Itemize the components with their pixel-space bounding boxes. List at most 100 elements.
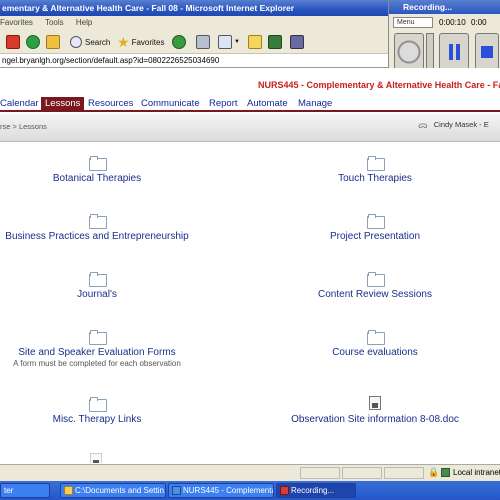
record-options-button[interactable]	[426, 33, 434, 71]
folder-icon	[367, 330, 385, 345]
messenger-button[interactable]	[268, 33, 282, 51]
window-title-bar: ementary & Alternative Health Care - Fal…	[0, 0, 388, 16]
record-button[interactable]	[394, 33, 424, 71]
address-url: ngel.bryanlgh.org/section/default.asp?id…	[2, 56, 220, 65]
taskbar-item-label: ter	[4, 486, 14, 495]
browser-toolbar: Search ★ Favorites ▼	[0, 30, 388, 54]
recorder-menu-dropdown[interactable]: Menu	[393, 17, 433, 28]
lesson-item-botanical-therapies[interactable]: Botanical Therapies	[50, 156, 144, 184]
lesson-link[interactable]: Journal's	[77, 289, 117, 300]
taskbar-item-label: Recording...	[291, 486, 335, 495]
lesson-link[interactable]: Project Presentation	[330, 231, 420, 242]
home-button[interactable]	[46, 33, 60, 51]
folder-tool-icon	[248, 35, 262, 49]
status-bar: 🔒 Local intranet	[0, 464, 500, 481]
lesson-item-business-practices[interactable]: Business Practices and Entrepreneurship	[2, 214, 192, 242]
glasses-icon: ᯅ	[418, 119, 428, 130]
folder-icon	[367, 214, 385, 229]
lesson-link[interactable]: Course evaluations	[332, 347, 418, 358]
lesson-item-journals[interactable]: Journal's	[62, 272, 132, 300]
lesson-link[interactable]: Touch Therapies	[338, 173, 412, 184]
taskbar-item-label: C:\Documents and Settin...	[75, 486, 166, 495]
course-title: NURS445 - Complementary & Alternative He…	[258, 80, 500, 90]
chevron-down-icon: ▼	[234, 39, 240, 45]
lesson-item-partial[interactable]	[88, 453, 104, 463]
print-icon	[196, 35, 210, 49]
lesson-item-misc-therapy-links[interactable]: Misc. Therapy Links	[42, 397, 152, 425]
tab-calendar[interactable]: Calendar	[0, 97, 39, 111]
stop-button[interactable]	[6, 33, 20, 51]
folder-tool-button[interactable]	[248, 33, 262, 51]
lesson-item-course-evaluations[interactable]: Course evaluations	[320, 330, 430, 358]
lesson-link[interactable]: Observation Site information 8-08.doc	[291, 414, 459, 425]
history-button[interactable]	[172, 33, 186, 51]
stop-icon	[6, 35, 20, 49]
status-cell	[342, 467, 382, 479]
tab-resources[interactable]: Resources	[88, 97, 133, 111]
lesson-link[interactable]: Site and Speaker Evaluation Forms	[18, 347, 175, 358]
folder-icon	[89, 272, 107, 287]
recorder-menu-label: Menu	[397, 19, 415, 26]
tab-lessons[interactable]: Lessons	[41, 97, 85, 111]
favorites-label: Favorites	[131, 37, 165, 47]
taskbar-item-0[interactable]: ter	[0, 483, 50, 498]
mail-button[interactable]: ▼	[218, 33, 240, 51]
security-zone: Local intranet	[453, 468, 500, 477]
tab-communicate[interactable]: Communicate	[141, 97, 200, 111]
user-name[interactable]: Cindy Masek - E	[434, 120, 489, 129]
folder-icon	[367, 156, 385, 171]
recorder-title: Recording...	[389, 0, 500, 14]
taskbar-item-explorer[interactable]: C:\Documents and Settin...	[60, 483, 166, 498]
search-icon	[70, 36, 82, 48]
folder-icon	[89, 156, 107, 171]
document-icon	[369, 396, 381, 410]
lesson-item-project-presentation[interactable]: Project Presentation	[320, 214, 430, 242]
stop-recording-button[interactable]	[475, 33, 499, 71]
tab-report[interactable]: Report	[209, 97, 238, 111]
refresh-icon	[26, 35, 40, 49]
lesson-link[interactable]: Misc. Therapy Links	[53, 414, 142, 425]
document-icon	[90, 453, 102, 463]
ie-icon	[172, 486, 181, 495]
print-button[interactable]	[196, 33, 210, 51]
mail-icon	[218, 35, 232, 49]
status-cell	[384, 467, 424, 479]
breadcrumb-bar: rse > Lessons ᯅ Cindy Masek - E	[0, 114, 500, 142]
menu-favorites[interactable]: Favorites	[0, 18, 33, 27]
lesson-item-touch-therapies[interactable]: Touch Therapies	[330, 156, 420, 184]
recorder-elapsed-time: 0:00:10	[439, 18, 466, 27]
history-icon	[172, 35, 186, 49]
pause-button[interactable]	[439, 33, 469, 71]
lesson-item-evaluation-forms[interactable]: Site and Speaker Evaluation Forms A form…	[2, 330, 192, 368]
refresh-button[interactable]	[26, 33, 40, 51]
folder-icon	[64, 486, 73, 495]
taskbar-item-label: NURS445 - Complementa...	[183, 486, 274, 495]
folder-icon	[89, 397, 107, 412]
lesson-link[interactable]: Botanical Therapies	[53, 173, 141, 184]
address-bar[interactable]: ngel.bryanlgh.org/section/default.asp?id…	[0, 54, 388, 68]
lesson-link[interactable]: Content Review Sessions	[318, 289, 432, 300]
research-icon	[290, 35, 304, 49]
tab-automate[interactable]: Automate	[247, 97, 288, 111]
lesson-link[interactable]: Business Practices and Entrepreneurship	[5, 231, 188, 242]
search-button[interactable]: Search	[70, 33, 110, 51]
recorder-remaining-time: 0:00	[471, 18, 487, 27]
favorites-button[interactable]: ★ Favorites	[117, 33, 164, 51]
taskbar-item-ie[interactable]: NURS445 - Complementa...	[168, 483, 274, 498]
recording-icon	[280, 486, 289, 495]
search-label: Search	[85, 37, 111, 47]
windows-taskbar: ter C:\Documents and Settin... NURS445 -…	[0, 481, 500, 500]
menu-tools[interactable]: Tools	[45, 18, 64, 27]
lesson-item-observation-site-doc[interactable]: Observation Site information 8-08.doc	[280, 396, 470, 425]
research-button[interactable]	[290, 33, 304, 51]
menu-bar: Favorites Tools Help	[0, 16, 388, 30]
menu-help[interactable]: Help	[76, 18, 92, 27]
lesson-item-content-review[interactable]: Content Review Sessions	[312, 272, 438, 300]
home-icon	[46, 35, 60, 49]
lock-icon: 🔒	[428, 467, 440, 477]
folder-icon	[89, 214, 107, 229]
folder-icon	[89, 330, 107, 345]
status-cell	[300, 467, 340, 479]
taskbar-item-recording[interactable]: Recording...	[276, 483, 356, 498]
tab-manage[interactable]: Manage	[298, 97, 332, 111]
